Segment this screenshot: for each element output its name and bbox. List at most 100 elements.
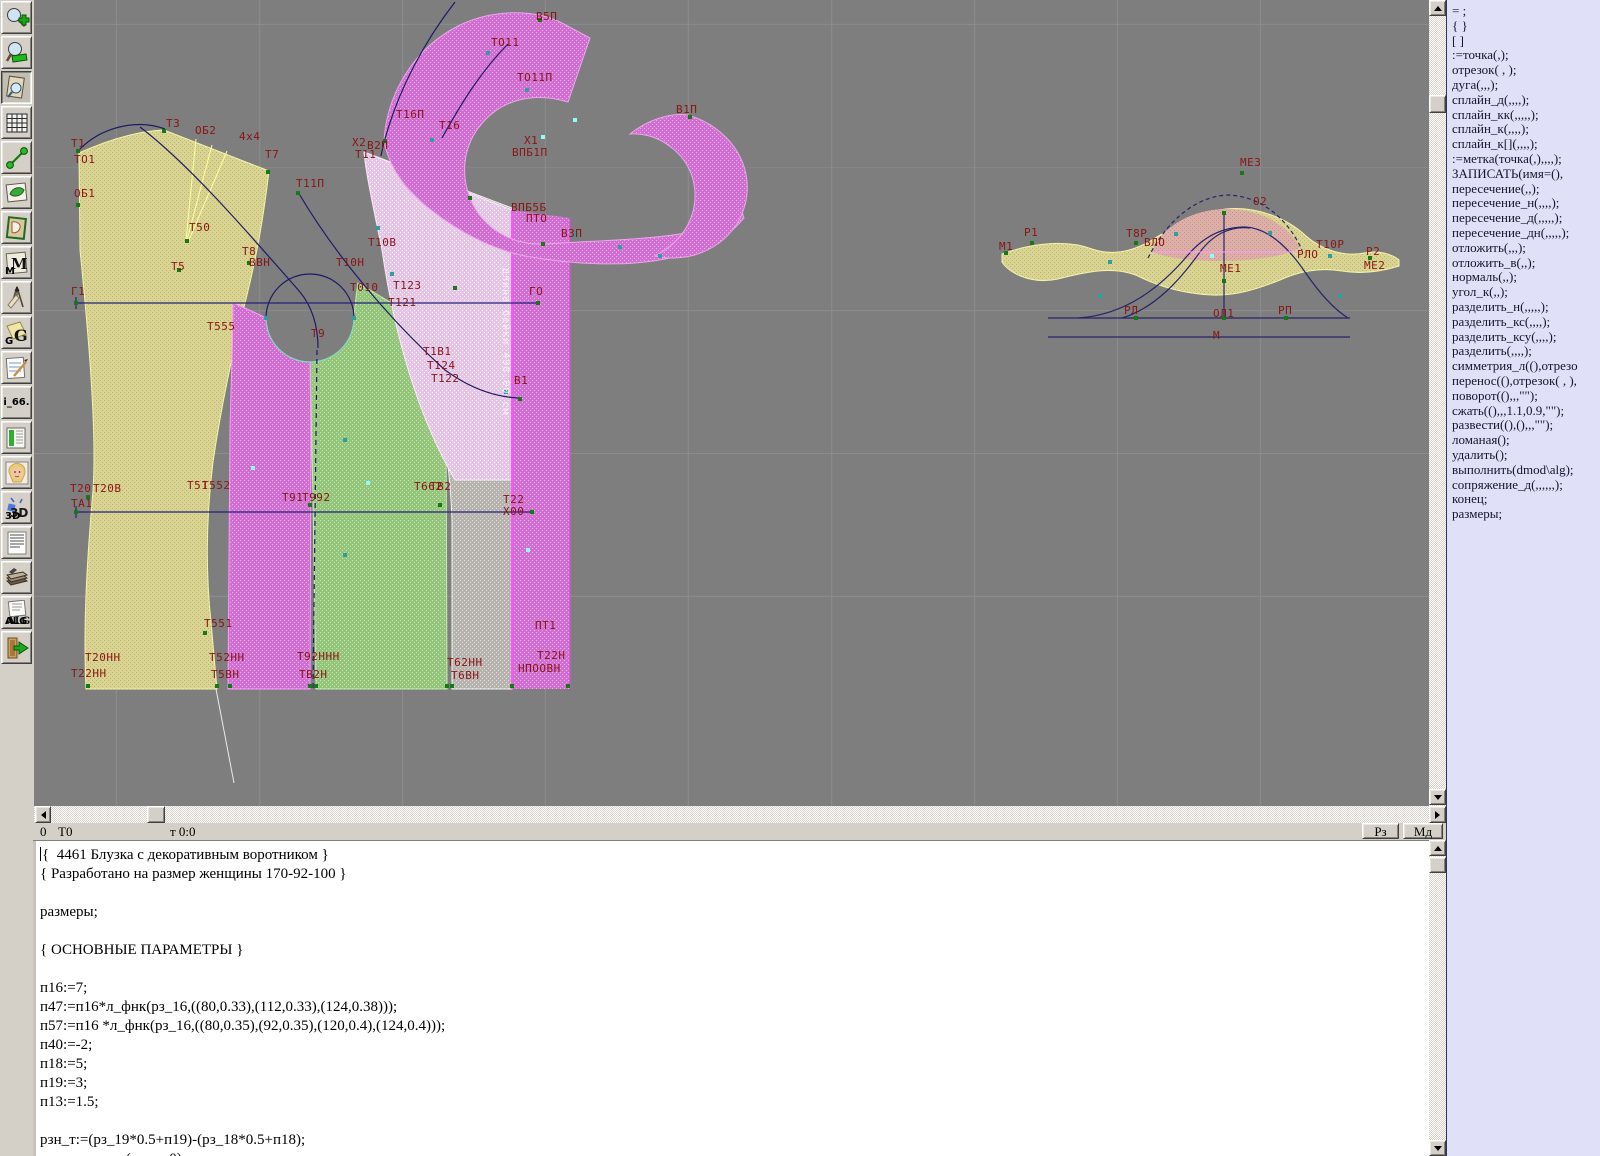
toolbar-i66-button[interactable]: i_66. [1,386,32,419]
piece-magenta-strip[interactable] [512,210,570,689]
toolbar-sheet-button[interactable] [1,351,32,384]
command-item[interactable]: сжать((),,,1.1,0.9,""); [1447,403,1600,419]
code-editor[interactable]: { 4461 Блузка с декоративным воротником … [33,840,1429,1156]
canvas-label: Т5ВН [211,668,240,681]
toolbar-table-button[interactable] [1,421,32,454]
toolbar-label: M [5,266,15,277]
command-item[interactable]: ЗАПИСАТЬ(имя=(), [1447,166,1600,182]
pattern-icon [5,215,27,240]
command-item[interactable]: сплайн_к[](,,,,); [1447,136,1600,152]
command-item[interactable]: сплайн_д(,,,,); [1447,92,1600,108]
editor-scroll-down-button[interactable] [1429,1140,1446,1156]
status-coords: т 0:0 [170,824,196,839]
command-item[interactable]: сплайн_кк(,,,,,); [1447,107,1600,123]
toolbar-drafting-button[interactable] [1,281,32,314]
canvas-label: О2 [1253,195,1267,208]
command-item[interactable]: разделить_н(,,,,,); [1447,299,1600,315]
rz-button[interactable]: Рз [1362,823,1399,839]
command-item[interactable]: развести((),(),,,""); [1447,418,1600,433]
toolbar-pattern-button[interactable] [1,211,32,244]
command-item[interactable]: :=точка(,); [1447,48,1600,63]
canvas-label: М [1213,329,1220,342]
command-item[interactable]: ломаная(); [1447,432,1600,448]
canvas-scroll-left-button[interactable] [35,806,51,823]
canvas-label: ТО1 [74,153,95,166]
command-item[interactable]: дуга(,,,); [1447,77,1600,93]
command-item[interactable]: размеры; [1447,506,1600,522]
command-item[interactable]: пересечение_д(,,,,,); [1447,210,1600,226]
toolbar-alg-button[interactable]: ALG ALG [1,596,32,629]
canvas-hscroll-thumb[interactable] [147,806,165,823]
command-item[interactable]: пересечение_дн(,,,,,); [1447,225,1600,241]
toolbar-sketch-button[interactable] [1,176,32,209]
books-icon [5,567,28,586]
canvas-label: Т91 [282,491,303,504]
command-item[interactable]: поворот((),,,""); [1447,388,1600,404]
command-item[interactable]: разделить_кс(,,,,); [1447,314,1600,330]
canvas-scroll-right-button[interactable] [1429,806,1446,823]
command-item[interactable]: симметрия_л((),отрезо [1447,358,1600,374]
canvas-label: Т124 [427,359,456,372]
toolbar-zoom-in-button[interactable] [1,1,32,34]
editor-vscroll-thumb[interactable] [1429,857,1446,873]
command-item[interactable]: пересечение_н(,,,,); [1447,196,1600,211]
command-item[interactable]: разделить_ксу(,,,,); [1447,329,1600,345]
canvas-label: Т3 [166,117,180,130]
toolbar-zoom-out-button[interactable] [1,36,32,69]
drawing-canvas[interactable]: В5П ТО11 ТО11П В1П Т16П Т16 Х2 В2П Т11 Х1 ВПБ1П Т3 О… [34,0,1429,806]
toolbar-document-button[interactable] [1,526,32,559]
canvas-label: ВЛО [1144,236,1165,249]
toolbar-photo-button[interactable] [1,456,32,489]
arrow-right-icon [1435,810,1440,819]
canvas-label: Т122 [431,372,460,385]
command-item[interactable]: отложить_в(,,); [1447,255,1600,271]
canvas-label: Х00 [503,505,524,518]
canvas-label: Т52НН [209,651,245,664]
toolbar-letter-g-button[interactable]: GG [1,316,32,349]
command-item[interactable]: сопряжение_д(,,,,,,); [1447,477,1600,493]
command-item[interactable]: пересечение(,,); [1447,181,1600,197]
canvas-label: Т50 [189,221,210,234]
md-button[interactable]: Мд [1403,823,1443,839]
command-item[interactable]: отрезок( , ); [1447,62,1600,78]
canvas-scroll-down-button[interactable] [1429,789,1446,805]
command-item[interactable]: перенос((),отрезок( , ), [1447,373,1600,389]
toolbar-measure-button[interactable] [1,141,32,174]
command-item[interactable]: конец; [1447,491,1600,507]
editor-scroll-up-button[interactable] [1429,840,1446,856]
command-item[interactable]: [ ] [1447,33,1600,49]
toolbar-preview-button[interactable] [1,71,32,104]
command-item[interactable]: угол_к(,,); [1447,284,1600,300]
code-line: п18:=5; [40,1056,88,1072]
command-item[interactable]: удалить(); [1447,447,1600,463]
command-item[interactable]: нормаль(,,); [1447,270,1600,285]
editor-vscrollbar[interactable] [1429,840,1446,1156]
command-item[interactable]: = ; [1447,3,1600,19]
toolbar-grid-button[interactable] [1,106,32,139]
canvas-label: Т62НН [447,656,483,669]
canvas-scroll-up-button[interactable] [1429,0,1446,16]
canvas-hscrollbar[interactable] [34,806,1429,823]
status-bar: 0 Т0 т 0:0 Рз Мд [0,823,1446,840]
arrow-left-icon [40,810,46,819]
command-item[interactable]: сплайн_к(,,,,); [1447,122,1600,137]
text-caret [40,847,41,861]
command-item[interactable]: выполнить(dmod\alg); [1447,462,1600,478]
canvas-label: М1 [999,240,1013,253]
toolbar-threed-button[interactable]: 3D 3D [1,491,32,524]
code-line: п16:=7; [40,980,88,996]
canvas-vscrollbar[interactable] [1429,0,1446,806]
toolbar-exit-button[interactable] [1,631,32,664]
command-item[interactable]: :=метка(точка(,),,,,); [1447,151,1600,167]
command-item[interactable]: { } [1447,18,1600,34]
toolbar-books-button[interactable] [1,561,32,594]
toolbar-letter-m-button[interactable]: MM [1,246,32,279]
piece-collar-crescent-2[interactable] [628,113,748,259]
command-item[interactable]: разделить(,,,,); [1447,344,1600,359]
canvas-vscroll-thumb[interactable] [1429,95,1446,113]
sheet-icon [5,356,28,379]
canvas-label: ВВН [249,256,270,269]
preview-icon [5,75,25,99]
command-item[interactable]: отложить(,,,); [1447,240,1600,256]
